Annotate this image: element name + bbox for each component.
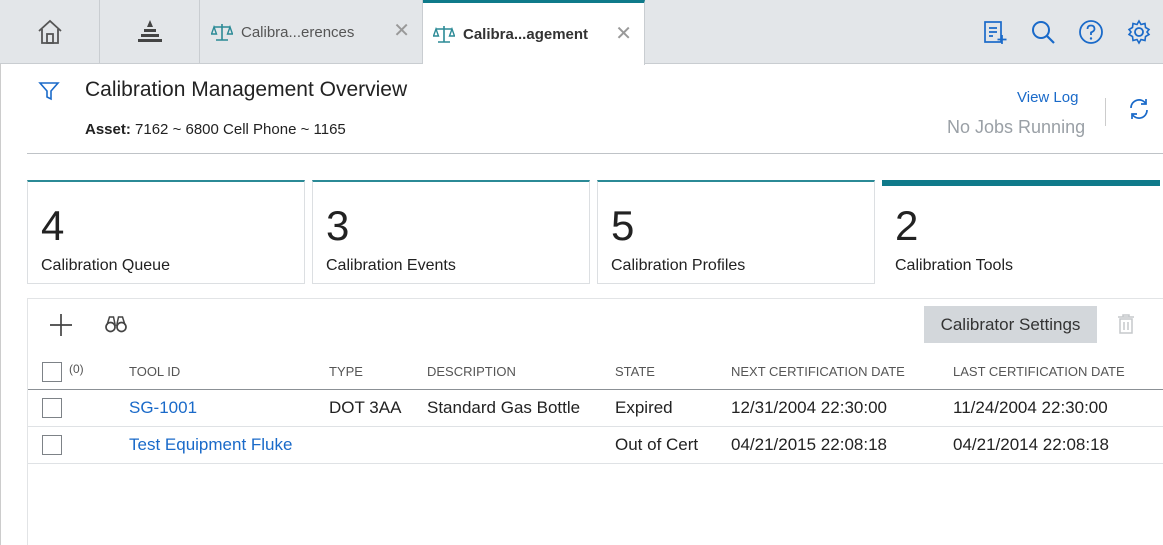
top-bar: Calibra...erences ✕ Calibra...agement ✕: [0, 0, 1163, 65]
table-row[interactable]: SG-1001 DOT 3AA Standard Gas Bottle Expi…: [28, 391, 1163, 427]
header-divider: [27, 153, 1163, 154]
column-header-description[interactable]: DESCRIPTION: [427, 364, 516, 379]
binoculars-icon: [105, 316, 127, 333]
find-button[interactable]: [104, 313, 128, 340]
cell-state: Expired: [615, 398, 673, 417]
select-all-checkbox[interactable]: [42, 362, 62, 382]
cell-type: DOT 3AA: [329, 398, 402, 417]
tool-id-link[interactable]: Test Equipment Fluke: [129, 435, 292, 455]
home-icon: [37, 19, 62, 44]
tab-calibration-preferences[interactable]: Calibra...erences ✕: [201, 0, 423, 64]
selected-count: (0): [69, 362, 84, 376]
column-header-state[interactable]: STATE: [615, 364, 655, 379]
column-header-tool-id[interactable]: TOOL ID: [129, 364, 180, 379]
plus-icon: [50, 314, 72, 336]
strategy-button[interactable]: [100, 0, 200, 63]
card-label: Calibration Tools: [895, 257, 1013, 274]
card-calibration-queue[interactable]: 4 Calibration Queue: [27, 180, 305, 284]
refresh-icon: [1130, 99, 1148, 119]
cell-state: Out of Cert: [615, 435, 699, 454]
tools-grid: Calibrator Settings (0) TOOL ID TYPE DES…: [27, 298, 1163, 545]
column-header-next-certification-date[interactable]: NEXT CERTIFICATION DATE: [731, 364, 905, 379]
card-calibration-tools[interactable]: 2 Calibration Tools: [882, 180, 1160, 298]
filter-button[interactable]: [38, 80, 60, 107]
card-calibration-profiles[interactable]: 5 Calibration Profiles: [597, 180, 875, 284]
help-icon: [1079, 20, 1103, 44]
tool-id-link[interactable]: SG-1001: [129, 398, 197, 418]
table-row[interactable]: Test Equipment Fluke Out of Cert 04/21/2…: [28, 428, 1163, 464]
trash-icon: [1118, 314, 1134, 334]
cell-last-certification-date: 11/24/2004 22:30:00: [953, 398, 1108, 417]
row-checkbox[interactable]: [42, 398, 62, 418]
tab-label: Calibra...agement: [463, 25, 589, 43]
search-icon: [1032, 21, 1055, 44]
cell-description: Standard Gas Bottle: [427, 398, 581, 417]
toolbar-icons: [971, 0, 1163, 64]
jobs-status: No Jobs Running: [947, 117, 1086, 137]
view-log-link[interactable]: View Log: [1017, 89, 1078, 106]
gear-icon: [1127, 19, 1151, 45]
column-header-last-certification-date[interactable]: LAST CERTIFICATION DATE: [953, 364, 1125, 379]
scales-icon: [211, 24, 233, 41]
card-count: 4: [41, 202, 65, 249]
asset-label: Asset:: [85, 121, 131, 138]
table-header: (0) TOOL ID TYPE DESCRIPTION STATE NEXT …: [28, 359, 1163, 390]
column-header-type[interactable]: TYPE: [329, 364, 363, 379]
asset-value: 7162 ~ 6800 Cell Phone ~ 1165: [135, 121, 346, 138]
scales-icon: [433, 26, 455, 43]
tab-calibration-management[interactable]: Calibra...agement ✕: [423, 0, 645, 65]
card-label: Calibration Profiles: [611, 257, 746, 274]
calibrator-settings-button[interactable]: Calibrator Settings: [924, 306, 1097, 343]
divider: [1105, 98, 1106, 126]
checklist-add-button[interactable]: [971, 19, 1019, 45]
checklist-add-icon: [984, 21, 1007, 44]
card-count: 2: [895, 202, 919, 249]
home-button[interactable]: [0, 0, 100, 63]
card-label: Calibration Events: [326, 257, 456, 274]
page-title: Calibration Management Overview: [85, 78, 408, 101]
settings-button[interactable]: [1115, 19, 1163, 45]
page-content: Calibration Management Overview Asset: 7…: [0, 64, 1163, 545]
refresh-button[interactable]: [1127, 97, 1151, 126]
filter-icon: [38, 82, 60, 101]
delete-button[interactable]: [1116, 313, 1136, 340]
cell-next-certification-date: 12/31/2004 22:30:00: [731, 398, 887, 417]
card-label: Calibration Queue: [41, 257, 170, 274]
cell-next-certification-date: 04/21/2015 22:08:18: [731, 435, 887, 454]
add-button[interactable]: [48, 312, 74, 343]
tab-label: Calibra...erences: [241, 23, 355, 41]
card-calibration-events[interactable]: 3 Calibration Events: [312, 180, 590, 284]
pyramid-icon: [137, 19, 162, 42]
card-count: 3: [326, 202, 350, 249]
asset-info: Asset: 7162 ~ 6800 Cell Phone ~ 1165: [85, 121, 346, 138]
close-icon[interactable]: ✕: [393, 20, 410, 40]
card-count: 5: [611, 202, 635, 249]
close-icon[interactable]: ✕: [615, 23, 632, 43]
search-button[interactable]: [1019, 19, 1067, 45]
help-button[interactable]: [1067, 19, 1115, 45]
cell-last-certification-date: 04/21/2014 22:08:18: [953, 435, 1109, 454]
row-checkbox[interactable]: [42, 435, 62, 455]
